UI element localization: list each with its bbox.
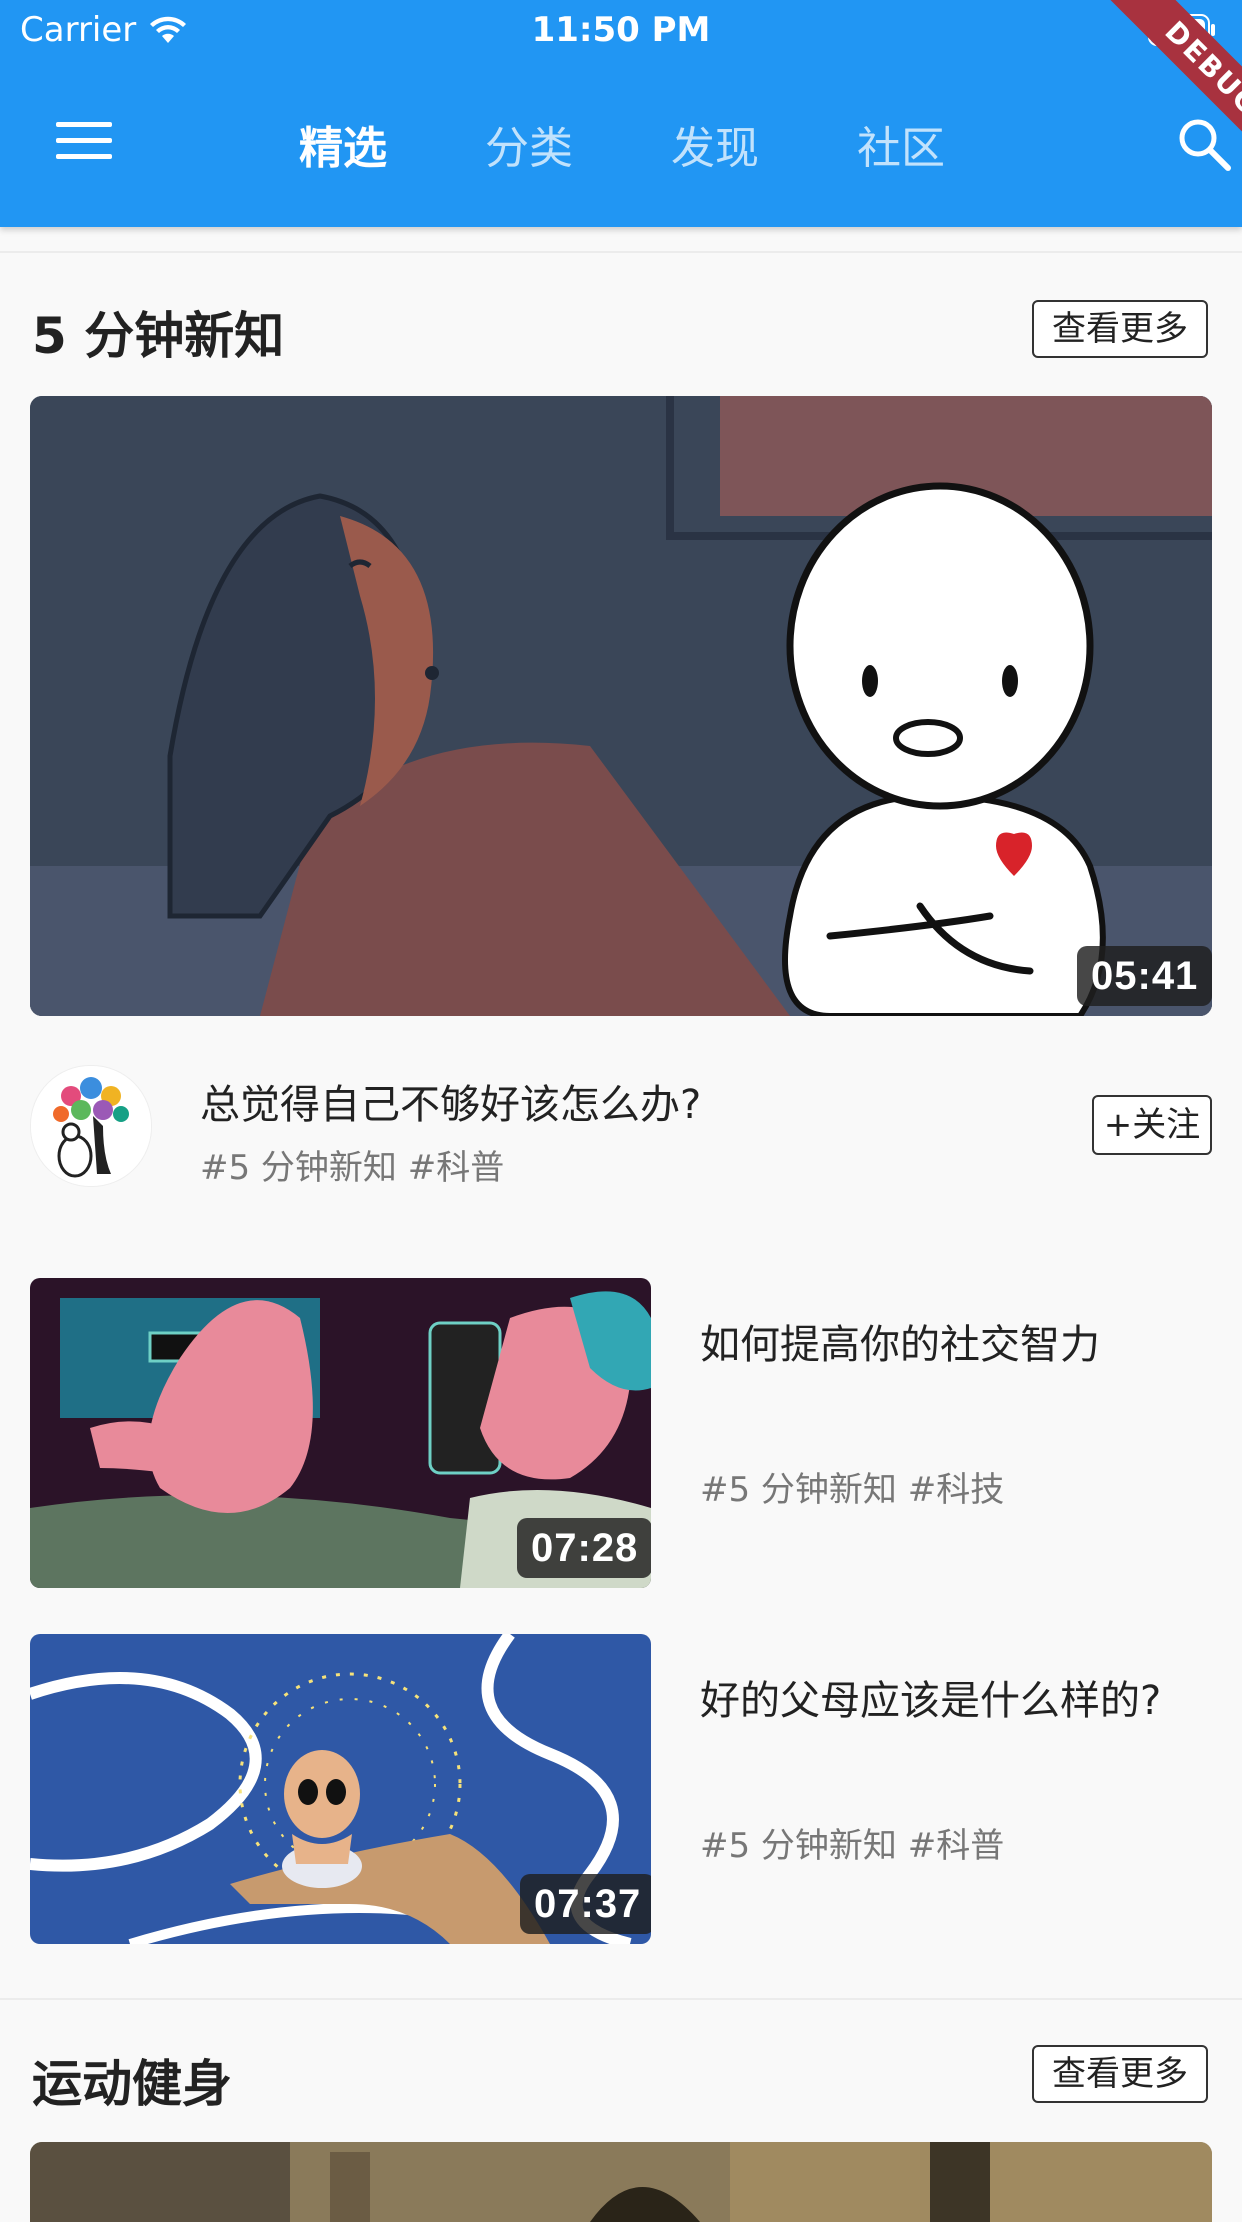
view-more-button[interactable]: 查看更多 xyxy=(1032,2045,1208,2103)
status-time: 11:50 PM xyxy=(531,10,711,50)
video-duration: 07:37 xyxy=(520,1874,651,1934)
avatar-tree-logo xyxy=(31,1066,151,1186)
video-thumbnail[interactable]: 07:37 xyxy=(30,1634,651,1944)
video-duration: 05:41 xyxy=(1077,946,1212,1006)
top-tabs: 精选 分类 发现 社区 xyxy=(250,112,994,176)
section-title: 5 分钟新知 xyxy=(32,307,285,365)
tab-community[interactable]: 社区 xyxy=(808,112,994,176)
follow-button[interactable]: +关注 xyxy=(1092,1095,1212,1155)
divider xyxy=(0,251,1242,253)
video-title[interactable]: 如何提高你的社交智力 xyxy=(700,1312,1100,1370)
featured-title[interactable]: 总觉得自己不够好该怎么办? xyxy=(200,1072,701,1130)
tab-discover[interactable]: 发现 xyxy=(622,112,808,176)
author-avatar[interactable] xyxy=(30,1065,152,1187)
video-tags: #5 分钟新知 #科普 xyxy=(700,1826,1005,1866)
tab-categories[interactable]: 分类 xyxy=(436,112,622,176)
featured-illustration xyxy=(30,396,1212,1016)
featured-tags: #5 分钟新知 #科普 xyxy=(200,1148,505,1188)
app-bar: Carrier 11:50 PM 精选 分类 发现 社区 DEBUG xyxy=(0,0,1242,227)
video-duration: 07:28 xyxy=(517,1518,651,1578)
video-tags: #5 分钟新知 #科技 xyxy=(700,1470,1005,1510)
view-more-button[interactable]: 查看更多 xyxy=(1032,300,1208,358)
section-title: 运动健身 xyxy=(32,2055,232,2113)
status-bar: Carrier 11:50 PM xyxy=(0,0,1242,62)
fitness-illustration xyxy=(30,2142,1212,2222)
video-thumbnail[interactable]: 07:28 xyxy=(30,1278,651,1588)
tab-featured[interactable]: 精选 xyxy=(250,112,436,176)
featured-video-thumbnail[interactable]: 05:41 xyxy=(30,396,1212,1016)
divider xyxy=(0,1998,1242,2000)
menu-button[interactable] xyxy=(56,122,112,162)
video-thumbnail[interactable] xyxy=(30,2142,1212,2222)
video-title[interactable]: 好的父母应该是什么样的? xyxy=(700,1668,1161,1726)
search-icon[interactable] xyxy=(1176,116,1232,172)
